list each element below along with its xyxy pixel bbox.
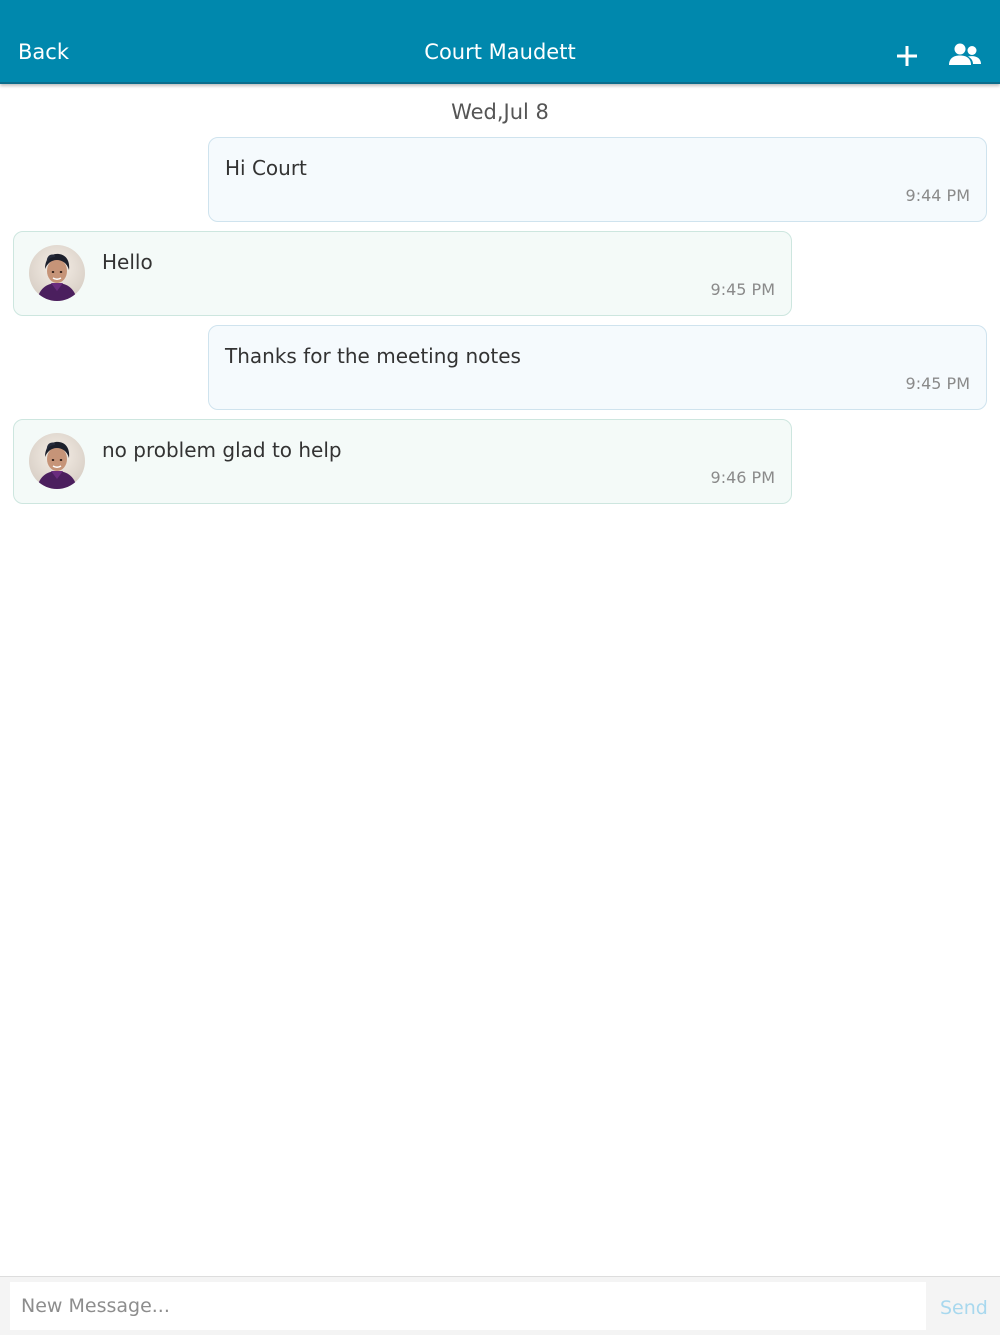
sent-message[interactable]: Hi Court 9:44 PM xyxy=(208,137,987,222)
message-composer: Send xyxy=(0,1276,1000,1335)
message-text: Hi Court xyxy=(225,156,307,180)
app-header: Back Court Maudett xyxy=(0,0,1000,84)
message-time: 9:45 PM xyxy=(710,280,775,299)
people-icon[interactable] xyxy=(947,41,983,69)
plus-icon[interactable] xyxy=(893,42,921,70)
conversation-title: Court Maudett xyxy=(424,40,576,64)
message-time: 9:45 PM xyxy=(905,374,970,393)
new-message-input[interactable] xyxy=(10,1282,926,1330)
back-button[interactable]: Back xyxy=(18,40,69,64)
received-message[interactable]: Hello 9:45 PM xyxy=(13,231,792,316)
send-button[interactable]: Send xyxy=(940,1297,988,1319)
avatar[interactable] xyxy=(29,433,85,489)
message-time: 9:44 PM xyxy=(905,186,970,205)
date-separator: Wed,Jul 8 xyxy=(451,100,549,124)
message-text: Hello xyxy=(102,250,153,274)
message-time: 9:46 PM xyxy=(710,468,775,487)
sent-message[interactable]: Thanks for the meeting notes 9:45 PM xyxy=(208,325,987,410)
message-text: Thanks for the meeting notes xyxy=(225,344,521,368)
avatar[interactable] xyxy=(29,245,85,301)
message-text: no problem glad to help xyxy=(102,438,342,462)
received-message[interactable]: no problem glad to help 9:46 PM xyxy=(13,419,792,504)
